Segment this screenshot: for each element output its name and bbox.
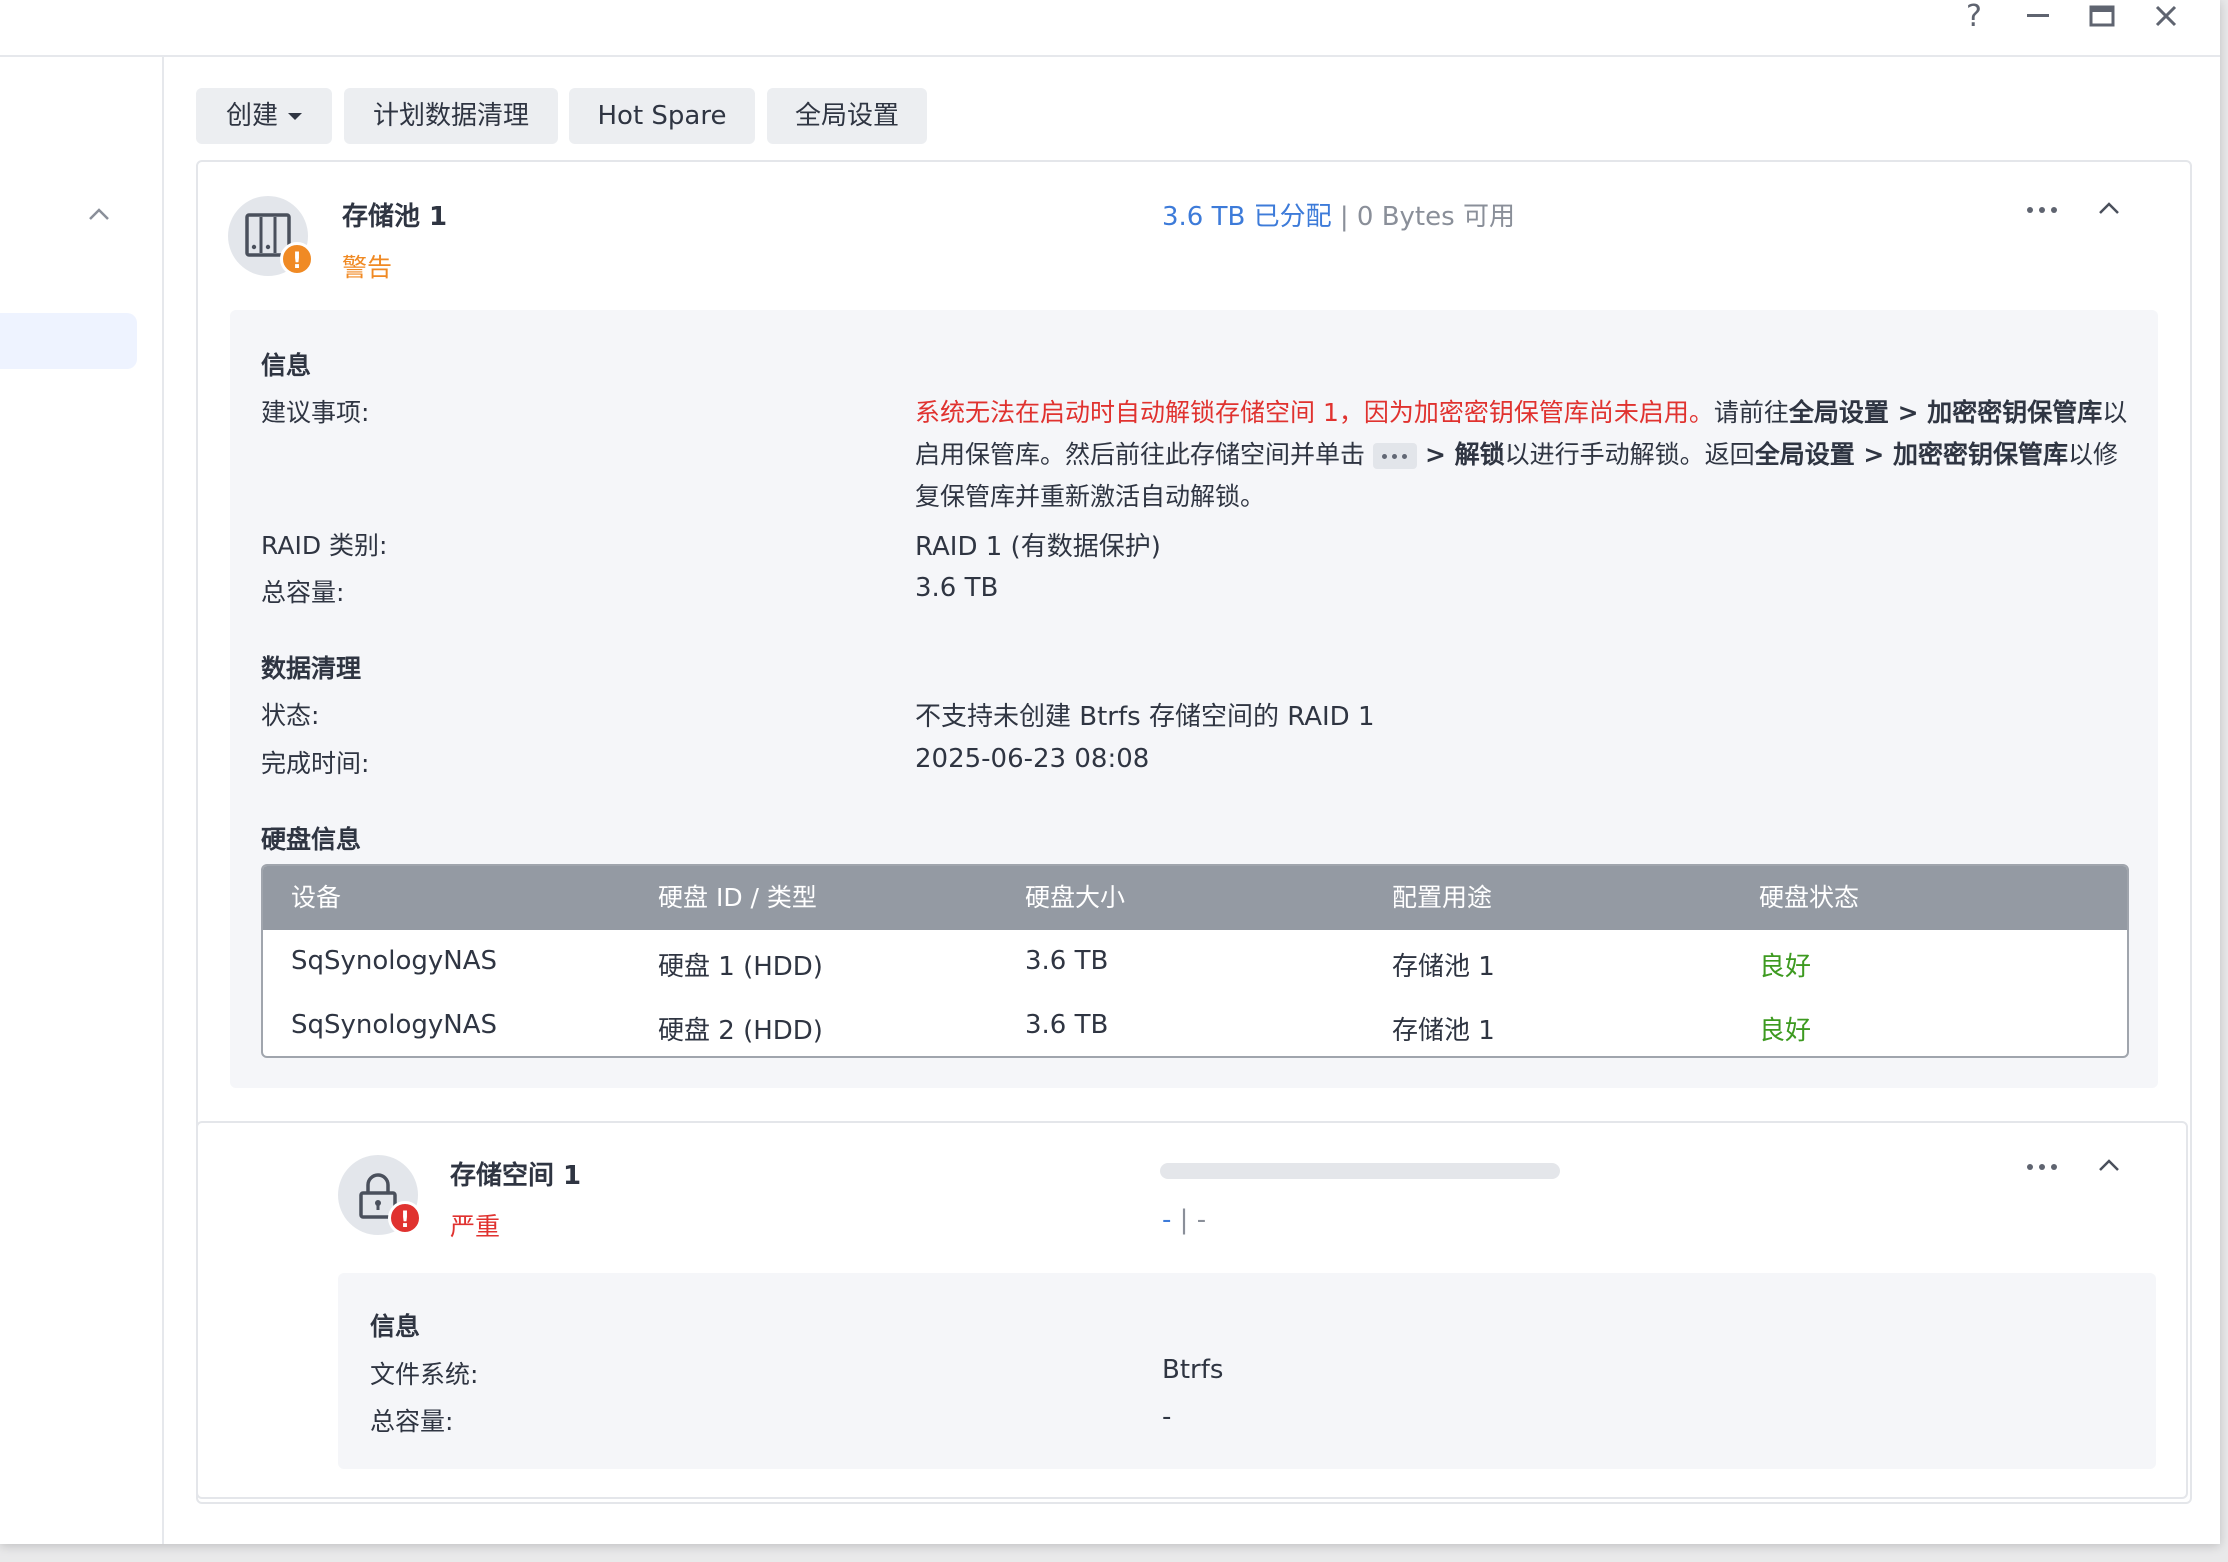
volume-collapse-chevron-up-icon[interactable] xyxy=(2092,1149,2126,1183)
raid-type-value: RAID 1 (有数据保护) xyxy=(915,532,1161,562)
volume-usage-separator: | xyxy=(1179,1205,1189,1235)
column-header-device[interactable]: 设备 xyxy=(291,866,341,930)
scrub-time-value: 2025-06-23 08:08 xyxy=(915,744,1150,774)
create-button[interactable]: 创建 xyxy=(196,88,332,144)
cell-allocation: 存储池 1 xyxy=(1392,952,1495,982)
more-options-chip-icon xyxy=(1373,443,1418,469)
cell-disk-id: 硬盘 2 (HDD) xyxy=(658,1016,823,1046)
disk-info-section-header: 硬盘信息 xyxy=(261,825,362,854)
storage-volume-usage: - | - xyxy=(1162,1205,1206,1235)
critical-badge-icon: ! xyxy=(388,1201,422,1235)
info-section-header: 信息 xyxy=(261,351,312,380)
cell-device: SqSynologyNAS xyxy=(291,946,498,976)
scrub-status-label: 状态: xyxy=(261,701,320,730)
storage-pool-title: 存储池 1 xyxy=(342,202,448,232)
scrub-section-header: 数据清理 xyxy=(261,654,362,683)
column-header-disk-status[interactable]: 硬盘状态 xyxy=(1759,866,1859,930)
global-settings-link-2: 全局设置 > 加密密钥保管库 xyxy=(1754,440,2069,469)
help-icon[interactable]: ? xyxy=(1954,0,1994,34)
available-value: 0 Bytes 可用 xyxy=(1356,202,1515,232)
recommendation-warning: 系统无法在启动时自动解锁存储空间 1，因为加密密钥保管库尚未启用。 xyxy=(915,398,1714,427)
cell-disk-size: 3.6 TB xyxy=(1025,1010,1109,1040)
storage-volume-title: 存储空间 1 xyxy=(450,1161,582,1191)
title-bar: ? xyxy=(0,0,2220,57)
volume-used-value: - xyxy=(1162,1205,1172,1235)
sidebar-collapse-chevron-up-icon[interactable] xyxy=(82,197,116,231)
column-header-disk-id[interactable]: 硬盘 ID / 类型 xyxy=(658,866,817,930)
volume-more-options-icon[interactable] xyxy=(2022,1155,2062,1179)
close-icon[interactable] xyxy=(2146,0,2186,34)
disk-table-header: 设备 硬盘 ID / 类型 硬盘大小 配置用途 硬盘状态 xyxy=(263,866,2127,930)
maximize-icon[interactable] xyxy=(2082,0,2122,34)
collapse-chevron-up-icon[interactable] xyxy=(2092,192,2126,226)
raid-type-label: RAID 类别: xyxy=(261,531,388,560)
storage-pool-status: 警告 xyxy=(342,253,393,282)
volume-capacity-label: 总容量: xyxy=(370,1407,454,1436)
storage-volume-details-panel xyxy=(338,1273,2156,1469)
recommendation-text: 系统无法在启动时自动解锁存储空间 1，因为加密密钥保管库尚未启用。请前往全局设置… xyxy=(915,398,2128,511)
filesystem-label: 文件系统: xyxy=(370,1360,479,1389)
cell-disk-id: 硬盘 1 (HDD) xyxy=(658,952,823,982)
recommendation-label: 建议事项: xyxy=(261,398,370,427)
storage-volume-usage-bar xyxy=(1160,1163,1560,1179)
warning-badge-icon: ! xyxy=(280,242,314,276)
cell-device: SqSynologyNAS xyxy=(291,1010,498,1040)
cell-disk-size: 3.6 TB xyxy=(1025,946,1109,976)
hot-spare-button[interactable]: Hot Spare xyxy=(569,88,755,144)
total-capacity-value: 3.6 TB xyxy=(915,573,999,603)
volume-available-value: - xyxy=(1196,1205,1207,1235)
column-header-allocation[interactable]: 配置用途 xyxy=(1392,866,1492,930)
unlock-path: > 解锁 xyxy=(1425,440,1505,469)
column-header-disk-size[interactable]: 硬盘大小 xyxy=(1025,866,1125,930)
cell-disk-status: 良好 xyxy=(1759,1016,1812,1046)
global-settings-button[interactable]: 全局设置 xyxy=(767,88,927,144)
disk-table: 设备 硬盘 ID / 类型 硬盘大小 配置用途 硬盘状态 SqSynologyN… xyxy=(261,864,2129,1058)
more-options-icon[interactable] xyxy=(2022,198,2062,222)
usage-separator: | xyxy=(1339,202,1349,232)
storage-manager-window: ? 创建 计划数据清理 Hot Spare 全局设置 ! 存储池 1 警告 3.… xyxy=(0,0,2220,1544)
minimize-icon[interactable] xyxy=(2018,0,2058,34)
sidebar-item-selected[interactable] xyxy=(0,313,137,369)
scrub-time-label: 完成时间: xyxy=(261,749,370,778)
sidebar xyxy=(0,57,164,1544)
filesystem-value: Btrfs xyxy=(1162,1355,1224,1385)
allocated-value[interactable]: 3.6 TB 已分配 xyxy=(1162,202,1332,232)
storage-pool-usage: 3.6 TB 已分配 | 0 Bytes 可用 xyxy=(1162,196,1515,233)
cell-allocation: 存储池 1 xyxy=(1392,1016,1495,1046)
caret-down-icon xyxy=(288,113,302,120)
volume-capacity-value: - xyxy=(1162,1402,1172,1432)
global-settings-link: 全局设置 > 加密密钥保管库 xyxy=(1788,398,2103,427)
total-capacity-label: 总容量: xyxy=(261,578,345,607)
storage-volume-status: 严重 xyxy=(450,1212,501,1241)
create-button-label: 创建 xyxy=(225,101,278,131)
cell-disk-status: 良好 xyxy=(1759,952,1812,982)
scrub-status-value: 不支持未创建 Btrfs 存储空间的 RAID 1 xyxy=(915,702,1375,732)
schedule-scrub-button[interactable]: 计划数据清理 xyxy=(344,88,558,144)
volume-info-section-header: 信息 xyxy=(370,1312,421,1341)
